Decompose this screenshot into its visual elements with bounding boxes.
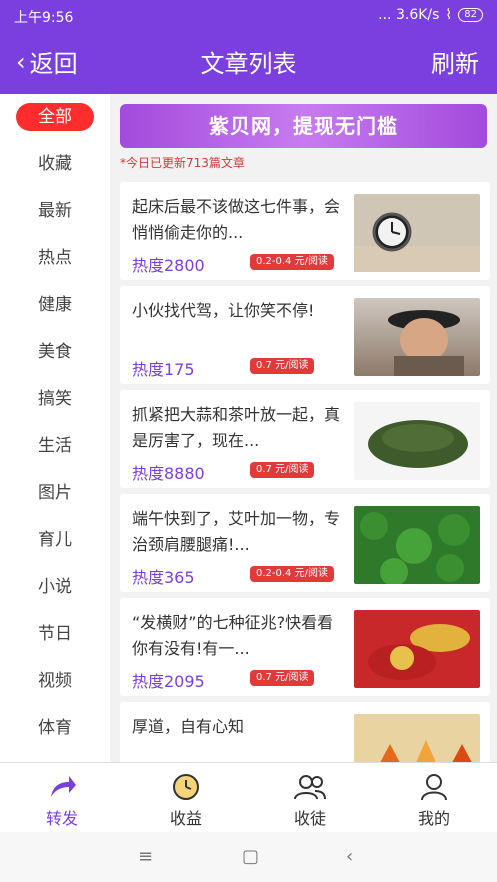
tab-label: 收徒 — [293, 809, 326, 828]
article-title: 抓紧把大蒜和茶叶放一起，真是厉害了，现在... — [132, 405, 341, 450]
sidebar-item-favorites[interactable]: 收藏 — [0, 141, 110, 188]
wifi-icon: ⌇ — [445, 7, 453, 23]
sidebar-item-latest[interactable]: 最新 — [0, 188, 110, 235]
price-badge: 0.2-0.4 元/阅读 — [250, 254, 334, 270]
article-title: 端午快到了，艾叶加一物，专治颈肩腰腿痛!... — [132, 509, 341, 554]
battery-icon: 82 — [458, 8, 483, 22]
menu-icon[interactable]: ≡ — [138, 846, 153, 867]
bottom-tab-bar: 转发 收益 收徒 我的 — [0, 762, 497, 833]
autumn-leaves-icon — [380, 740, 472, 762]
update-notice: *今日已更新713篇文章 — [120, 156, 245, 170]
sidebar-item-health[interactable]: 健康 — [0, 282, 110, 329]
sidebar-item-parenting[interactable]: 育儿 — [0, 517, 110, 564]
article-heat: 热度8880 — [132, 464, 205, 483]
sidebar-item-all[interactable]: 全部 — [0, 94, 110, 141]
app-header: ‹ 返回 文章列表 刷新 — [0, 30, 497, 94]
article-card[interactable]: “发横财”的七种征兆?快看看你有没有!有一... 热度2095 0.7 元/阅读 — [120, 598, 490, 696]
share-icon — [0, 773, 124, 801]
article-heat: 热度2095 — [132, 672, 205, 691]
people-icon — [248, 773, 372, 801]
article-card[interactable]: 抓紧把大蒜和茶叶放一起，真是厉害了，现在... 热度8880 0.7 元/阅读 — [120, 390, 490, 488]
system-nav-bar: ≡ ▢ ‹ — [0, 832, 497, 882]
sidebar-item-life[interactable]: 生活 — [0, 423, 110, 470]
status-time: 上午9:56 — [14, 10, 74, 26]
article-heat: 热度175 — [132, 360, 195, 379]
article-card[interactable]: 起床后最不该做这七件事，会悄悄偷走你的... 热度2800 0.2-0.4 元/… — [120, 182, 490, 280]
promo-banner[interactable]: 紫贝网，提现无门槛 — [120, 104, 487, 148]
article-card[interactable]: 厚道，自有心知 — [120, 702, 490, 762]
alarm-clock-icon — [354, 212, 480, 272]
article-thumbnail — [354, 298, 480, 376]
gold-ingot-icon — [368, 624, 470, 680]
user-icon — [372, 773, 496, 801]
sidebar-item-video[interactable]: 视频 — [0, 658, 110, 705]
tab-apprentice[interactable]: 收徒 — [248, 763, 372, 833]
price-badge: 0.7 元/阅读 — [250, 358, 315, 374]
back-nav-icon[interactable]: ‹ — [346, 846, 353, 867]
price-badge: 0.7 元/阅读 — [250, 462, 315, 478]
tab-earnings[interactable]: 收益 — [124, 763, 248, 833]
sidebar-item-novel[interactable]: 小说 — [0, 564, 110, 611]
sidebar-item-hot[interactable]: 热点 — [0, 235, 110, 282]
article-title: 厚道，自有心知 — [132, 717, 245, 736]
article-card[interactable]: 端午快到了，艾叶加一物，专治颈肩腰腿痛!... 热度365 0.2-0.4 元/… — [120, 494, 490, 592]
home-icon[interactable]: ▢ — [242, 846, 259, 867]
article-title: “发横财”的七种征兆?快看看你有没有!有一... — [132, 613, 334, 658]
article-title: 小伙找代驾，让你笑不停! — [132, 301, 315, 320]
price-badge: 0.2-0.4 元/阅读 — [250, 566, 334, 582]
tea-leaves-icon — [368, 420, 468, 468]
article-content: 紫贝网，提现无门槛 *今日已更新713篇文章 起床后最不该做这七件事，会悄悄偷走… — [110, 94, 497, 762]
sidebar-item-sports[interactable]: 体育 — [0, 705, 110, 752]
article-thumbnail — [354, 610, 480, 688]
status-icons: ... 3.6K/s ⌇ 82 — [378, 7, 483, 23]
clock-icon — [124, 773, 248, 801]
article-list: 起床后最不该做这七件事，会悄悄偷走你的... 热度2800 0.2-0.4 元/… — [120, 182, 490, 762]
status-bar: 上午9:56 ... 3.6K/s ⌇ 82 — [0, 0, 497, 30]
sidebar-item-pictures[interactable]: 图片 — [0, 470, 110, 517]
article-heat: 热度365 — [132, 568, 195, 587]
tab-label: 转发 — [45, 809, 78, 828]
network-speed: ... 3.6K/s — [378, 7, 440, 23]
mugwort-leaves-icon — [360, 512, 470, 586]
refresh-button[interactable]: 刷新 — [431, 44, 479, 79]
person-photo-icon — [388, 310, 464, 376]
tab-label: 收益 — [169, 809, 202, 828]
article-card[interactable]: 小伙找代驾，让你笑不停! 热度175 0.7 元/阅读 — [120, 286, 490, 384]
article-thumbnail — [354, 194, 480, 272]
page-title: 文章列表 — [200, 50, 297, 78]
price-badge: 0.7 元/阅读 — [250, 670, 315, 686]
article-heat: 热度2800 — [132, 256, 205, 275]
tab-share[interactable]: 转发 — [0, 763, 124, 833]
article-thumbnail — [354, 506, 480, 586]
article-thumbnail — [354, 402, 480, 480]
article-thumbnail — [354, 714, 480, 762]
sidebar-item-food[interactable]: 美食 — [0, 329, 110, 376]
sidebar-item-funny[interactable]: 搞笑 — [0, 376, 110, 423]
tab-label: 我的 — [417, 809, 450, 828]
sidebar-item-holiday[interactable]: 节日 — [0, 611, 110, 658]
sidebar-item-label: 全部 — [16, 103, 94, 131]
article-title: 起床后最不该做这七件事，会悄悄偷走你的... — [132, 197, 341, 242]
tab-mine[interactable]: 我的 — [372, 763, 496, 833]
category-sidebar: 全部 收藏 最新 热点 健康 美食 搞笑 生活 图片 育儿 小说 节日 视频 体… — [0, 94, 110, 762]
